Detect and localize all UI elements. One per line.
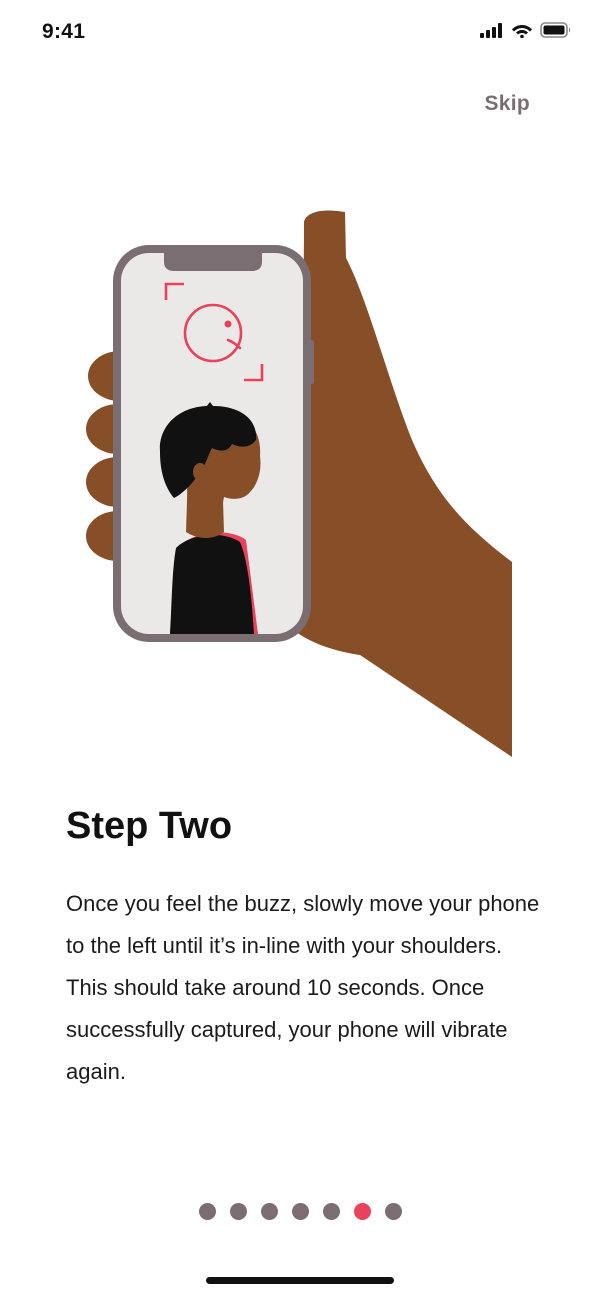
page-dot-7[interactable] (384, 1203, 402, 1220)
step-title: Step Two (66, 805, 233, 847)
page-dot-1[interactable] (198, 1203, 216, 1220)
page-dot-2[interactable] (229, 1203, 247, 1220)
face-scan-eye-icon (224, 320, 232, 328)
status-time: 9:41 (42, 20, 86, 43)
wifi-icon (512, 25, 532, 38)
status-icons (480, 22, 572, 38)
page-dot-6-active[interactable] (353, 1203, 371, 1220)
page-dot-4[interactable] (291, 1203, 309, 1220)
page-indicator (0, 1203, 600, 1220)
battery-icon (540, 22, 571, 38)
home-indicator[interactable] (206, 1277, 394, 1284)
onboarding-illustration (86, 210, 512, 758)
status-bar: 9:41 (0, 0, 600, 66)
step-description: Once you feel the buzz, slowly move your… (66, 891, 540, 1084)
page-dot-5[interactable] (322, 1203, 340, 1220)
signal-icon (480, 22, 502, 38)
skip-button[interactable]: Skip (484, 92, 530, 116)
page-dot-3[interactable] (260, 1203, 278, 1220)
